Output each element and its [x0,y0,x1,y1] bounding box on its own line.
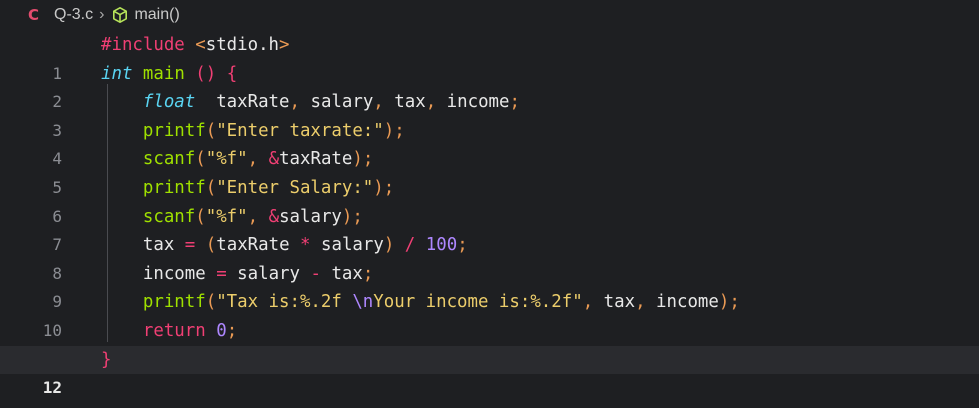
code-text: int main () { [101,63,238,84]
code-line-11[interactable]: 11 return 0; [0,317,979,369]
code-line-2[interactable]: 2 int main () { [0,60,979,112]
breadcrumb-separator: › [99,6,105,23]
code-text: printf("Enter taxrate:"); [142,120,405,141]
code-text: #include <stdio.h> [101,35,290,55]
code-line-7[interactable]: 7 scanf("%f", &salary); [0,203,979,255]
c-language-icon: C [28,6,40,24]
code-line-4[interactable]: 4 printf("Enter taxrate:"); [0,117,979,169]
code-line-1[interactable]: 1 #include <stdio.h> [0,31,979,83]
code-text: scanf("%f", &taxRate); [142,149,374,170]
code-text: tax = (taxRate * salary) / 100; [142,235,468,256]
breadcrumb-function-name[interactable]: main() [134,6,179,24]
code-text: income = salary - tax; [142,263,374,284]
code-line-8[interactable]: 8 tax = (taxRate * salary) / 100; [0,231,979,283]
code-text: return 0; [142,320,238,341]
code-lines[interactable]: 1 #include <stdio.h> 2 int main () { 3 f… [0,31,979,397]
code-line-10[interactable]: 10 printf("Tax is:%.2f \nYour income is:… [0,288,979,340]
line-number: 12 [42,378,62,398]
code-line-5[interactable]: 5 scanf("%f", &taxRate); [0,145,979,197]
code-text: } [101,349,112,370]
code-line-9[interactable]: 9 income = salary - tax; [0,260,979,312]
breadcrumb: C Q-3.c › main() [28,4,180,26]
code-text: scanf("%f", &salary); [142,206,363,227]
cube-icon [110,5,130,25]
code-text: printf("Tax is:%.2f \nYour income is:%.2… [142,292,740,313]
code-text: printf("Enter Salary:"); [142,177,395,198]
code-line-6[interactable]: 6 printf("Enter Salary:"); [0,174,979,226]
code-text: float taxRate, salary, tax, income; [142,92,520,113]
code-editor[interactable]: C Q-3.c › main() 1 #include <stdio.h> 2 … [0,0,979,408]
code-line-12-current[interactable]: 12 } [0,345,979,397]
breadcrumb-file-name[interactable]: Q-3.c [54,6,93,24]
code-line-3[interactable]: 3 float taxRate, salary, tax, income; [0,88,979,140]
